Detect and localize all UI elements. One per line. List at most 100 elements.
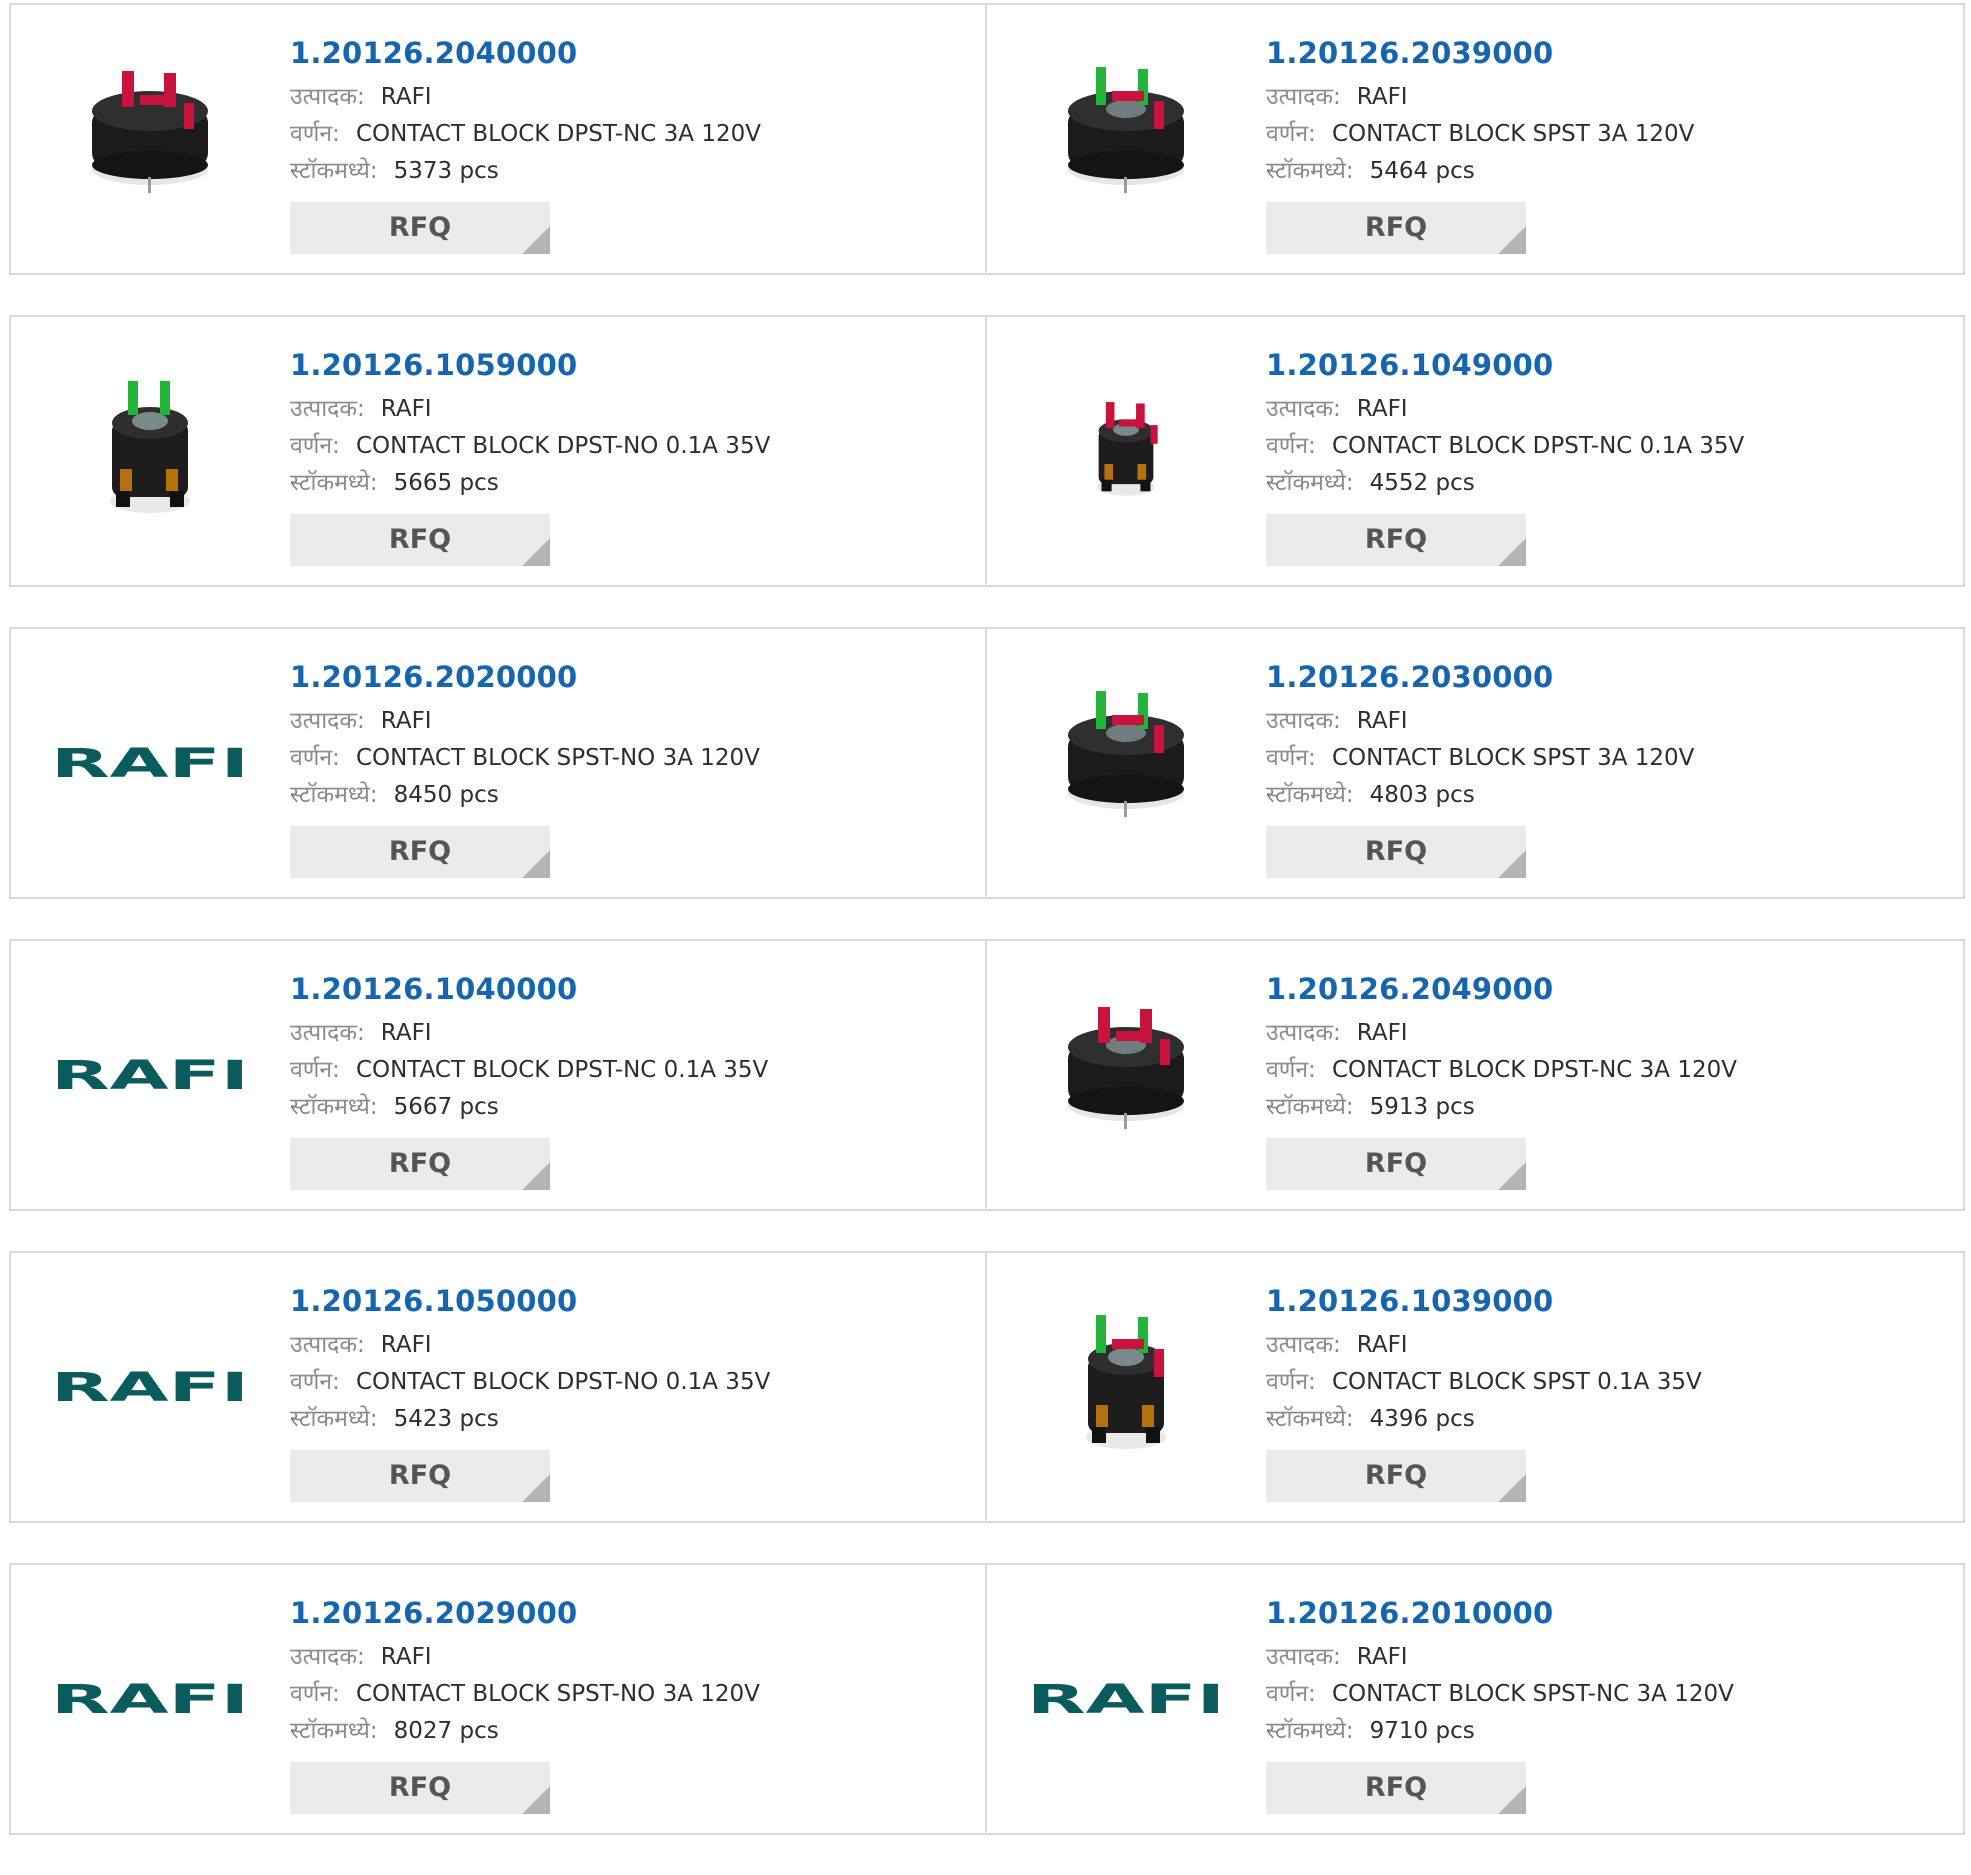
product-image[interactable]: RAFI [50, 1287, 250, 1487]
manufacturer-label: उत्पादक: [290, 1020, 365, 1046]
part-number-link[interactable]: 1.20126.1039000 [1266, 1283, 1926, 1319]
stock-row: स्टॉकमध्ये: 8450 pcs [290, 777, 950, 814]
rfq-label: RFQ [1364, 1148, 1428, 1179]
part-number-link[interactable]: 1.20126.2039000 [1266, 35, 1926, 71]
rfq-button[interactable]: RFQ [1266, 514, 1526, 566]
manufacturer-label: उत्पादक: [1266, 1020, 1341, 1046]
rfq-label: RFQ [1364, 1460, 1428, 1491]
product-info: 1.20126.1050000 उत्पादक: RAFI वर्णन: CONTA… [290, 1283, 950, 1502]
product-image[interactable] [1026, 39, 1226, 239]
part-number-link[interactable]: 1.20126.2030000 [1266, 659, 1926, 695]
stock-label: स्टॉकमध्ये: [1266, 1718, 1354, 1744]
description-row: वर्णन: CONTACT BLOCK SPST 3A 120V [1266, 740, 1926, 777]
product-info: 1.20126.2049000 उत्पादक: RAFI वर्णन: CONTA… [1266, 971, 1926, 1190]
stock-value: 8027 pcs [393, 1718, 499, 1744]
product-card: 1.20126.2040000 उत्पादक: RAFI वर्णन: CONTA… [11, 5, 987, 273]
stock-value: 5464 pcs [1369, 158, 1475, 184]
manufacturer-value: RAFI [380, 1020, 432, 1046]
product-info: 1.20126.2039000 उत्पादक: RAFI वर्णन: CONTA… [1266, 35, 1926, 254]
part-number-link[interactable]: 1.20126.1049000 [1266, 347, 1926, 383]
manufacturer-value: RAFI [1356, 1644, 1408, 1670]
rfq-button[interactable]: RFQ [1266, 1450, 1526, 1502]
product-image[interactable] [1026, 1287, 1226, 1487]
rfq-label: RFQ [388, 212, 452, 243]
manufacturer-row: उत्पादक: RAFI [1266, 1015, 1926, 1052]
rfq-label: RFQ [388, 1148, 452, 1179]
rfq-label: RFQ [1364, 836, 1428, 867]
manufacturer-value: RAFI [1356, 396, 1408, 422]
rfq-button[interactable]: RFQ [1266, 1762, 1526, 1814]
stock-label: स्टॉकमध्ये: [290, 1406, 378, 1432]
product-row: 1.20126.2040000 उत्पादक: RAFI वर्णन: CONTA… [9, 3, 1965, 275]
description-label: वर्णन: [290, 1057, 340, 1083]
part-number-link[interactable]: 1.20126.2029000 [290, 1595, 950, 1631]
stock-label: स्टॉकमध्ये: [290, 782, 378, 808]
manufacturer-value: RAFI [380, 84, 432, 110]
product-image[interactable]: RAFI [50, 1599, 250, 1799]
product-card: 1.20126.2039000 उत्पादक: RAFI वर्णन: CONTA… [987, 5, 1963, 273]
description-label: वर्णन: [1266, 745, 1316, 771]
rfq-button[interactable]: RFQ [290, 1762, 550, 1814]
rfq-button[interactable]: RFQ [290, 1138, 550, 1190]
description-label: वर्णन: [290, 1681, 340, 1707]
manufacturer-row: उत्पादक: RAFI [1266, 79, 1926, 116]
manufacturer-label: उत्पादक: [290, 396, 365, 422]
product-image[interactable]: RAFI [50, 975, 250, 1175]
rfq-button[interactable]: RFQ [290, 1450, 550, 1502]
description-value: CONTACT BLOCK DPST-NC 0.1A 35V [355, 1057, 769, 1083]
rafi-logo: RAFI [51, 1677, 249, 1723]
stock-row: स्टॉकमध्ये: 5373 pcs [290, 153, 950, 190]
product-image[interactable] [50, 39, 250, 239]
manufacturer-row: उत्पादक: RAFI [1266, 391, 1926, 428]
rfq-button[interactable]: RFQ [1266, 202, 1526, 254]
manufacturer-label: उत्पादक: [1266, 396, 1341, 422]
description-label: वर्णन: [1266, 433, 1316, 459]
stock-value: 4552 pcs [1369, 470, 1475, 496]
rfq-button[interactable]: RFQ [290, 202, 550, 254]
product-row: RAFI 1.20126.2020000 उत्पादक: RAFI वर्णन:… [9, 627, 1965, 899]
description-row: वर्णन: CONTACT BLOCK SPST-NC 3A 120V [1266, 1676, 1926, 1713]
part-number-link[interactable]: 1.20126.1040000 [290, 971, 950, 1007]
manufacturer-value: RAFI [380, 708, 432, 734]
rfq-label: RFQ [388, 836, 452, 867]
part-number-link[interactable]: 1.20126.1059000 [290, 347, 950, 383]
rfq-button[interactable]: RFQ [290, 826, 550, 878]
stock-row: स्टॉकमध्ये: 5665 pcs [290, 465, 950, 502]
stock-value: 4803 pcs [1369, 782, 1475, 808]
rfq-label: RFQ [1364, 1772, 1428, 1803]
description-row: वर्णन: CONTACT BLOCK DPST-NC 3A 120V [1266, 1052, 1926, 1089]
product-image[interactable]: RAFI [1026, 1599, 1226, 1799]
stock-label: स्टॉकमध्ये: [290, 470, 378, 496]
product-card: RAFI 1.20126.2010000 उत्पादक: RAFI वर्णन:… [987, 1565, 1963, 1833]
product-image[interactable] [1026, 975, 1226, 1175]
rfq-button[interactable]: RFQ [290, 514, 550, 566]
stock-label: स्टॉकमध्ये: [290, 1718, 378, 1744]
product-card: 1.20126.2049000 उत्पादक: RAFI वर्णन: CONTA… [987, 941, 1963, 1209]
product-image[interactable] [1026, 663, 1226, 863]
product-card: RAFI 1.20126.1050000 उत्पादक: RAFI वर्णन:… [11, 1253, 987, 1521]
part-number-link[interactable]: 1.20126.2010000 [1266, 1595, 1926, 1631]
manufacturer-row: उत्पादक: RAFI [290, 703, 950, 740]
product-image[interactable] [50, 351, 250, 551]
rfq-button[interactable]: RFQ [1266, 826, 1526, 878]
description-row: वर्णन: CONTACT BLOCK SPST-NO 3A 120V [290, 1676, 950, 1713]
rfq-label: RFQ [388, 1460, 452, 1491]
product-row: RAFI 1.20126.1040000 उत्पादक: RAFI वर्णन:… [9, 939, 1965, 1211]
product-image[interactable] [1026, 351, 1226, 551]
product-info: 1.20126.2010000 उत्पादक: RAFI वर्णन: CONTA… [1266, 1595, 1926, 1814]
part-number-link[interactable]: 1.20126.2040000 [290, 35, 950, 71]
description-label: वर्णन: [1266, 1369, 1316, 1395]
part-number-link[interactable]: 1.20126.2049000 [1266, 971, 1926, 1007]
part-number-link[interactable]: 1.20126.1050000 [290, 1283, 950, 1319]
manufacturer-label: उत्पादक: [1266, 1644, 1341, 1670]
stock-label: स्टॉकमध्ये: [290, 1094, 378, 1120]
product-info: 1.20126.2030000 उत्पादक: RAFI वर्णन: CONTA… [1266, 659, 1926, 878]
rfq-button[interactable]: RFQ [1266, 1138, 1526, 1190]
product-row: RAFI 1.20126.2029000 उत्पादक: RAFI वर्णन:… [9, 1563, 1965, 1835]
product-info: 1.20126.1059000 उत्पादक: RAFI वर्णन: CONTA… [290, 347, 950, 566]
product-image[interactable]: RAFI [50, 663, 250, 863]
product-info: 1.20126.1049000 उत्पादक: RAFI वर्णन: CONTA… [1266, 347, 1926, 566]
manufacturer-value: RAFI [1356, 1332, 1408, 1358]
manufacturer-value: RAFI [380, 396, 432, 422]
part-number-link[interactable]: 1.20126.2020000 [290, 659, 950, 695]
